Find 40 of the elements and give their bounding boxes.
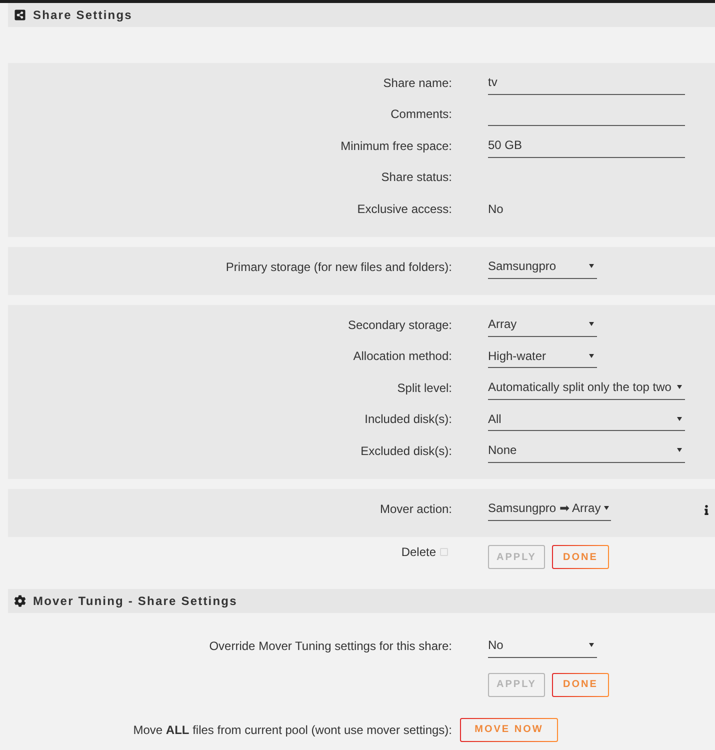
field-label: Minimum free space:	[340, 138, 452, 155]
field-value: No	[488, 200, 504, 218]
dropdown[interactable]: Automatically split only the top two	[488, 376, 685, 400]
field-label: Allocation method:	[352, 348, 452, 366]
move-all-label: Move ALL files from current pool (wont use mover settings):	[132, 722, 452, 738]
field-label: Split level:	[396, 380, 452, 397]
field-label: Share name:	[382, 74, 452, 92]
field-label: Comments:	[390, 106, 452, 124]
caret-icon	[677, 416, 682, 421]
dropdown[interactable]: Samsungpro	[488, 254, 597, 279]
share-icon	[14, 9, 26, 21]
caret-icon	[604, 506, 609, 510]
text-input[interactable]: tv	[488, 70, 685, 95]
dropdown[interactable]: All	[488, 407, 685, 432]
dropdown[interactable]: Array	[488, 312, 597, 337]
field-label: Share status:	[380, 169, 452, 186]
field-label: Included disk(s):	[364, 411, 452, 428]
delete-label: Delete	[401, 544, 436, 561]
caret-icon	[677, 448, 682, 452]
dropdown[interactable]: Samsungpro ➡ Array	[488, 496, 611, 521]
info-icon[interactable]	[704, 505, 709, 515]
delete-checkbox[interactable]	[440, 548, 448, 556]
caret-icon	[589, 354, 594, 358]
field-label: Primary storage (for new files and folders):	[224, 258, 452, 276]
field-label: Secondary storage:	[346, 316, 452, 334]
dropdown[interactable]: No	[488, 634, 597, 658]
field-label: Exclusive access:	[356, 200, 452, 218]
caret-icon	[677, 385, 682, 390]
field-label: Excluded disk(s):	[360, 442, 452, 460]
section-title: Share Settings	[33, 7, 132, 24]
caret-icon	[589, 322, 594, 326]
dropdown[interactable]: None	[488, 438, 685, 463]
text-input[interactable]: 50 GB	[488, 134, 685, 158]
field-label: Override Mover Tuning settings for this share:	[208, 638, 452, 655]
caret-icon	[589, 264, 594, 268]
gear-icon	[14, 595, 26, 607]
dropdown[interactable]: High-water	[488, 344, 597, 368]
section-title: Mover Tuning - Share Settings	[33, 593, 238, 610]
caret-icon	[589, 643, 594, 648]
field-label: Mover action:	[378, 500, 452, 518]
